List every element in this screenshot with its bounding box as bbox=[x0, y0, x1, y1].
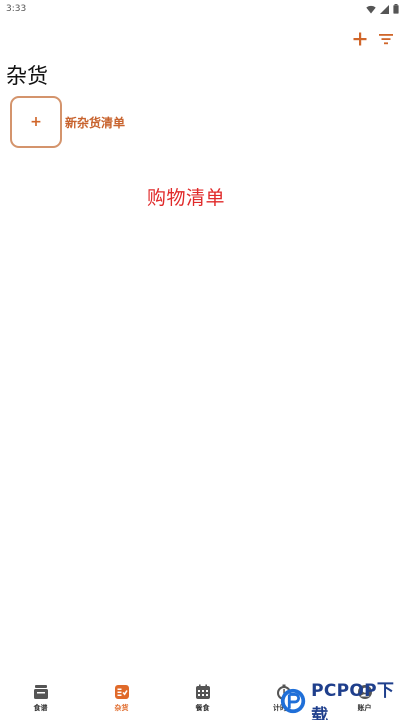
status-time: 3:33 bbox=[6, 4, 27, 14]
filter-button[interactable] bbox=[377, 30, 395, 48]
annotation-text: 购物清单 bbox=[147, 187, 226, 209]
plus-icon: + bbox=[30, 114, 42, 130]
plus-icon bbox=[353, 32, 367, 46]
nav-item-groceries[interactable]: 杂货 bbox=[92, 680, 152, 713]
page-title: 杂货 bbox=[6, 64, 48, 88]
watermark-logo-icon bbox=[280, 688, 306, 714]
wifi-icon bbox=[366, 5, 376, 13]
filter-icon bbox=[379, 34, 393, 45]
nav-label: 杂货 bbox=[114, 704, 129, 712]
nav-label: 餐食 bbox=[195, 704, 210, 712]
new-list-label[interactable]: 新杂货清单 bbox=[65, 114, 125, 131]
battery-icon bbox=[393, 4, 399, 14]
status-bar: 3:33 bbox=[0, 0, 405, 18]
recipe-box-icon bbox=[33, 685, 48, 699]
watermark-text: PCPOP下载 bbox=[311, 681, 395, 720]
signal-icon bbox=[380, 4, 389, 14]
grocery-list-icon bbox=[114, 685, 129, 699]
calendar-icon bbox=[195, 684, 210, 699]
watermark: PCPOP下载 bbox=[279, 681, 405, 720]
new-list-button[interactable]: + bbox=[10, 96, 62, 148]
nav-item-meals[interactable]: 餐食 bbox=[173, 680, 233, 713]
status-icons bbox=[366, 4, 399, 14]
nav-item-recipes[interactable]: 食谱 bbox=[11, 680, 71, 713]
nav-label: 食谱 bbox=[33, 704, 48, 712]
grocery-screen: 3:33 杂货 + 新杂货清单 购物清单 食谱 杂货 餐食 账户 PCPOP下载 bbox=[0, 0, 405, 720]
add-list-button[interactable] bbox=[351, 30, 369, 48]
